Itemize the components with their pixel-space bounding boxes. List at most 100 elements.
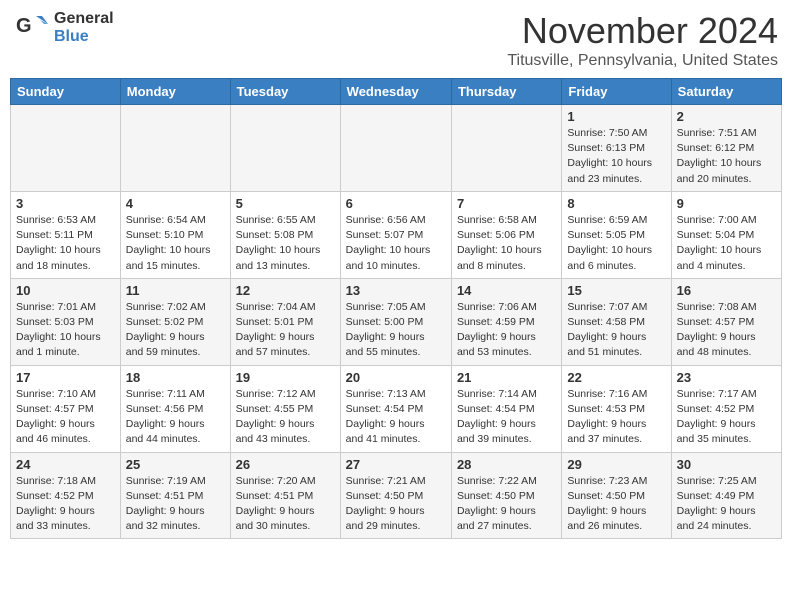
calendar-table: SundayMondayTuesdayWednesdayThursdayFrid… xyxy=(10,78,782,539)
calendar-cell: 20 Sunrise: 7:13 AM Sunset: 4:54 PM Dayli… xyxy=(340,365,451,452)
day-info: Sunrise: 7:16 AM Sunset: 4:53 PM Dayligh… xyxy=(567,387,665,448)
calendar-week-row: 10Sunrise: 7:01 AM Sunset: 5:03 PM Dayli… xyxy=(11,278,782,365)
calendar-cell: 6 Sunrise: 6:56 AM Sunset: 5:07 PM Daylig… xyxy=(340,191,451,278)
column-header-wednesday: Wednesday xyxy=(340,79,451,105)
calendar-cell xyxy=(230,105,340,192)
day-number: 30 xyxy=(677,457,776,472)
calendar-cell: 14 Sunrise: 7:06 AM Sunset: 4:59 PM Dayli… xyxy=(451,278,561,365)
calendar-cell xyxy=(11,105,121,192)
calendar-cell: 5Sunrise: 6:55 AM Sunset: 5:08 PM Daylig… xyxy=(230,191,340,278)
day-number: 18 xyxy=(126,370,225,385)
day-number: 3 xyxy=(16,196,115,211)
day-info: Sunrise: 7:17 AM Sunset: 4:52 PM Dayligh… xyxy=(677,387,776,448)
day-number: 7 xyxy=(457,196,556,211)
calendar-week-row: 17 Sunrise: 7:10 AM Sunset: 4:57 PM Dayli… xyxy=(11,365,782,452)
month-title: November 2024 xyxy=(507,10,778,52)
day-number: 29 xyxy=(567,457,665,472)
column-header-tuesday: Tuesday xyxy=(230,79,340,105)
day-info: Sunrise: 7:19 AM Sunset: 4:51 PM Dayligh… xyxy=(126,474,225,535)
column-header-monday: Monday xyxy=(120,79,230,105)
calendar-cell: 2Sunrise: 7:51 AM Sunset: 6:12 PM Daylig… xyxy=(671,105,781,192)
calendar-cell xyxy=(451,105,561,192)
day-number: 9 xyxy=(677,196,776,211)
day-info: Sunrise: 6:54 AM Sunset: 5:10 PM Dayligh… xyxy=(126,213,225,274)
day-number: 4 xyxy=(126,196,225,211)
day-info: Sunrise: 7:18 AM Sunset: 4:52 PM Dayligh… xyxy=(16,474,115,535)
day-number: 26 xyxy=(236,457,335,472)
day-info: Sunrise: 7:04 AM Sunset: 5:01 PM Dayligh… xyxy=(236,300,335,361)
day-info: Sunrise: 7:01 AM Sunset: 5:03 PM Dayligh… xyxy=(16,300,115,361)
calendar-cell: 30 Sunrise: 7:25 AM Sunset: 4:49 PM Dayli… xyxy=(671,452,781,539)
logo: G General Blue xyxy=(14,10,114,46)
calendar-cell: 15 Sunrise: 7:07 AM Sunset: 4:58 PM Dayli… xyxy=(562,278,671,365)
logo-general: General xyxy=(54,10,114,28)
day-info: Sunrise: 7:23 AM Sunset: 4:50 PM Dayligh… xyxy=(567,474,665,535)
day-number: 17 xyxy=(16,370,115,385)
day-info: Sunrise: 7:51 AM Sunset: 6:12 PM Dayligh… xyxy=(677,126,776,187)
day-number: 6 xyxy=(346,196,446,211)
calendar-cell xyxy=(340,105,451,192)
day-info: Sunrise: 7:00 AM Sunset: 5:04 PM Dayligh… xyxy=(677,213,776,274)
calendar-cell: 4 Sunrise: 6:54 AM Sunset: 5:10 PM Daylig… xyxy=(120,191,230,278)
day-info: Sunrise: 6:55 AM Sunset: 5:08 PM Dayligh… xyxy=(236,213,335,274)
day-number: 13 xyxy=(346,283,446,298)
day-info: Sunrise: 7:50 AM Sunset: 6:13 PM Dayligh… xyxy=(567,126,665,187)
day-info: Sunrise: 7:20 AM Sunset: 4:51 PM Dayligh… xyxy=(236,474,335,535)
day-number: 15 xyxy=(567,283,665,298)
day-info: Sunrise: 7:21 AM Sunset: 4:50 PM Dayligh… xyxy=(346,474,446,535)
calendar-cell: 18 Sunrise: 7:11 AM Sunset: 4:56 PM Dayli… xyxy=(120,365,230,452)
day-number: 28 xyxy=(457,457,556,472)
calendar-cell: 8 Sunrise: 6:59 AM Sunset: 5:05 PM Daylig… xyxy=(562,191,671,278)
calendar-cell: 23 Sunrise: 7:17 AM Sunset: 4:52 PM Dayli… xyxy=(671,365,781,452)
calendar-cell: 26 Sunrise: 7:20 AM Sunset: 4:51 PM Dayli… xyxy=(230,452,340,539)
calendar-cell: 29 Sunrise: 7:23 AM Sunset: 4:50 PM Dayli… xyxy=(562,452,671,539)
day-info: Sunrise: 7:05 AM Sunset: 5:00 PM Dayligh… xyxy=(346,300,446,361)
calendar-week-row: 3 Sunrise: 6:53 AM Sunset: 5:11 PM Daylig… xyxy=(11,191,782,278)
day-number: 20 xyxy=(346,370,446,385)
day-number: 14 xyxy=(457,283,556,298)
day-info: Sunrise: 7:25 AM Sunset: 4:49 PM Dayligh… xyxy=(677,474,776,535)
calendar-cell: 7 Sunrise: 6:58 AM Sunset: 5:06 PM Daylig… xyxy=(451,191,561,278)
day-info: Sunrise: 6:56 AM Sunset: 5:07 PM Dayligh… xyxy=(346,213,446,274)
day-info: Sunrise: 7:07 AM Sunset: 4:58 PM Dayligh… xyxy=(567,300,665,361)
column-header-thursday: Thursday xyxy=(451,79,561,105)
calendar-cell: 19Sunrise: 7:12 AM Sunset: 4:55 PM Dayli… xyxy=(230,365,340,452)
calendar-cell: 25 Sunrise: 7:19 AM Sunset: 4:51 PM Dayli… xyxy=(120,452,230,539)
calendar-cell: 3 Sunrise: 6:53 AM Sunset: 5:11 PM Daylig… xyxy=(11,191,121,278)
day-info: Sunrise: 7:13 AM Sunset: 4:54 PM Dayligh… xyxy=(346,387,446,448)
logo-icon: G xyxy=(14,10,50,46)
calendar-cell: 12 Sunrise: 7:04 AM Sunset: 5:01 PM Dayli… xyxy=(230,278,340,365)
day-info: Sunrise: 7:02 AM Sunset: 5:02 PM Dayligh… xyxy=(126,300,225,361)
day-info: Sunrise: 7:12 AM Sunset: 4:55 PM Dayligh… xyxy=(236,387,335,448)
day-number: 23 xyxy=(677,370,776,385)
calendar-cell: 28Sunrise: 7:22 AM Sunset: 4:50 PM Dayli… xyxy=(451,452,561,539)
calendar-header-row: SundayMondayTuesdayWednesdayThursdayFrid… xyxy=(11,79,782,105)
location: Titusville, Pennsylvania, United States xyxy=(507,52,778,70)
calendar-cell: 21Sunrise: 7:14 AM Sunset: 4:54 PM Dayli… xyxy=(451,365,561,452)
day-number: 1 xyxy=(567,109,665,124)
day-number: 25 xyxy=(126,457,225,472)
day-info: Sunrise: 7:08 AM Sunset: 4:57 PM Dayligh… xyxy=(677,300,776,361)
day-info: Sunrise: 6:58 AM Sunset: 5:06 PM Dayligh… xyxy=(457,213,556,274)
calendar-week-row: 1 Sunrise: 7:50 AM Sunset: 6:13 PM Daylig… xyxy=(11,105,782,192)
day-info: Sunrise: 6:53 AM Sunset: 5:11 PM Dayligh… xyxy=(16,213,115,274)
calendar-cell: 10Sunrise: 7:01 AM Sunset: 5:03 PM Dayli… xyxy=(11,278,121,365)
day-number: 22 xyxy=(567,370,665,385)
day-info: Sunrise: 6:59 AM Sunset: 5:05 PM Dayligh… xyxy=(567,213,665,274)
column-header-saturday: Saturday xyxy=(671,79,781,105)
day-info: Sunrise: 7:10 AM Sunset: 4:57 PM Dayligh… xyxy=(16,387,115,448)
calendar-cell xyxy=(120,105,230,192)
calendar-cell: 13 Sunrise: 7:05 AM Sunset: 5:00 PM Dayli… xyxy=(340,278,451,365)
day-info: Sunrise: 7:14 AM Sunset: 4:54 PM Dayligh… xyxy=(457,387,556,448)
calendar-cell: 9 Sunrise: 7:00 AM Sunset: 5:04 PM Daylig… xyxy=(671,191,781,278)
calendar-cell: 22 Sunrise: 7:16 AM Sunset: 4:53 PM Dayli… xyxy=(562,365,671,452)
day-number: 12 xyxy=(236,283,335,298)
calendar-cell: 11Sunrise: 7:02 AM Sunset: 5:02 PM Dayli… xyxy=(120,278,230,365)
title-area: November 2024 Titusville, Pennsylvania, … xyxy=(507,10,778,70)
day-info: Sunrise: 7:06 AM Sunset: 4:59 PM Dayligh… xyxy=(457,300,556,361)
day-number: 8 xyxy=(567,196,665,211)
column-header-sunday: Sunday xyxy=(11,79,121,105)
day-number: 27 xyxy=(346,457,446,472)
day-info: Sunrise: 7:11 AM Sunset: 4:56 PM Dayligh… xyxy=(126,387,225,448)
calendar-cell: 17 Sunrise: 7:10 AM Sunset: 4:57 PM Dayli… xyxy=(11,365,121,452)
